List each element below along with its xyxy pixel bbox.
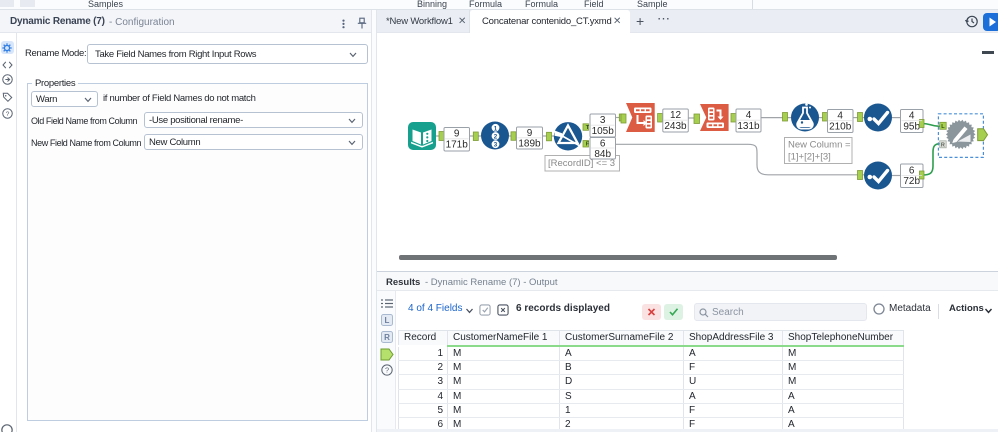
svg-text:3: 3: [494, 142, 498, 149]
svg-text:12: 12: [670, 110, 682, 121]
svg-text:95b: 95b: [903, 121, 920, 132]
svg-text:4: 4: [746, 110, 752, 121]
svg-text:131b: 131b: [737, 121, 760, 132]
svg-text:6: 6: [909, 165, 915, 176]
svg-text:72b: 72b: [903, 176, 920, 187]
svg-text:84b: 84b: [594, 149, 611, 160]
svg-text:?: ?: [385, 366, 389, 375]
svg-text:New Column =: New Column =: [788, 140, 851, 151]
svg-text:4: 4: [837, 111, 843, 122]
svg-text:9: 9: [454, 129, 460, 140]
svg-text:210b: 210b: [829, 121, 852, 132]
svg-text:1: 1: [494, 125, 498, 132]
svg-text:L: L: [385, 316, 390, 325]
svg-text:R: R: [384, 333, 390, 342]
svg-text:[1]+[2]+[3]: [1]+[2]+[3]: [788, 152, 831, 163]
svg-text:171b: 171b: [446, 140, 469, 151]
svg-text:R: R: [941, 143, 945, 149]
svg-text:F: F: [586, 142, 590, 148]
svg-text:189b: 189b: [518, 139, 541, 150]
svg-text:2: 2: [494, 134, 498, 141]
svg-text:T: T: [586, 125, 590, 131]
svg-text:4: 4: [909, 111, 915, 122]
svg-text:3: 3: [600, 115, 606, 126]
svg-text:?: ?: [6, 111, 10, 118]
svg-text:105b: 105b: [592, 126, 615, 137]
svg-text:243b: 243b: [664, 121, 687, 132]
